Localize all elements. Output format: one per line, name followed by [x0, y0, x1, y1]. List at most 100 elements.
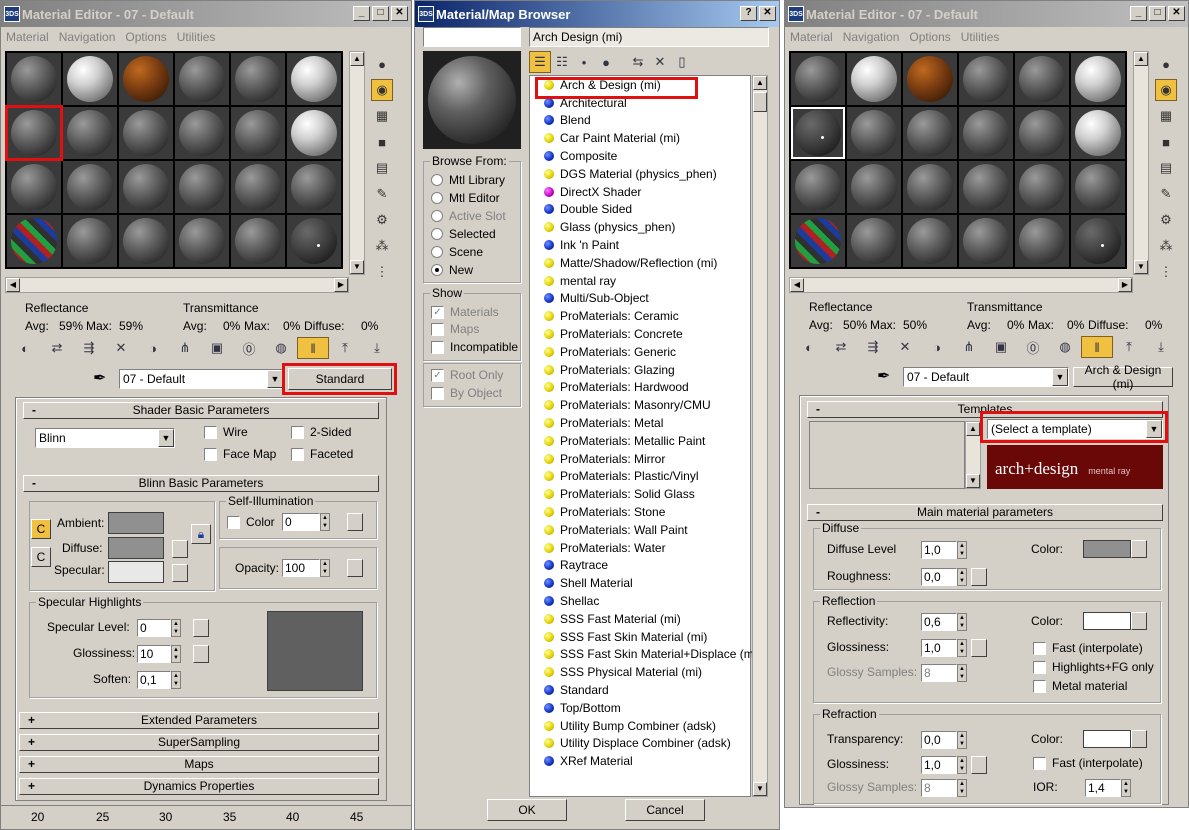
make-unique-icon[interactable]: ⋔: [169, 337, 201, 359]
fast-interpolate-checkbox[interactable]: Fast (interpolate): [1033, 641, 1143, 655]
roughness-spinner[interactable]: 0,0 ▲ ▼: [921, 568, 967, 586]
material-list-item[interactable]: ProMaterials: Solid Glass: [530, 485, 750, 503]
background-icon[interactable]: ▦: [1155, 105, 1177, 127]
timeline-ruler[interactable]: 20 25 30 35 40 45: [1, 805, 411, 829]
update-scene-icon[interactable]: ⇆: [627, 51, 649, 73]
maximize-button[interactable]: □: [1149, 6, 1166, 21]
lock-icon[interactable]: 🔒︎: [191, 524, 211, 544]
sample-uv-icon[interactable]: ■: [1155, 131, 1177, 153]
sample-slot[interactable]: [63, 107, 117, 159]
options-icon[interactable]: ⚙: [371, 209, 393, 231]
sample-slot[interactable]: [1071, 161, 1125, 213]
reflection-color-map-button[interactable]: [1131, 612, 1147, 630]
close-button[interactable]: ✕: [1168, 6, 1185, 21]
sample-slot[interactable]: [231, 215, 285, 267]
soften-spinner[interactable]: 0,1 ▲ ▼: [137, 671, 181, 689]
sample-slot[interactable]: [959, 215, 1013, 267]
diffuse-color-swatch[interactable]: [108, 537, 164, 559]
opacity-value[interactable]: 100: [282, 559, 320, 577]
material-navigator-icon[interactable]: ⋮: [371, 261, 393, 283]
go-to-parent-icon[interactable]: ⤒: [329, 337, 361, 359]
reset-icon[interactable]: ✕: [105, 337, 137, 359]
material-list-item[interactable]: Matte/Shadow/Reflection (mi): [530, 254, 750, 272]
diffuse-color-map-button[interactable]: [1131, 540, 1147, 558]
show-materials-checkbox[interactable]: ✓ Materials: [431, 305, 499, 319]
metal-material-checkbox[interactable]: Metal material: [1033, 679, 1127, 693]
self-illum-spinner[interactable]: 0 ▲ ▼: [282, 513, 330, 531]
put-to-scene-icon[interactable]: ⇄: [825, 336, 857, 358]
rollout-maps[interactable]: + Maps: [19, 756, 379, 773]
maximize-button[interactable]: □: [372, 6, 389, 21]
make-copy-icon[interactable]: ◑: [921, 336, 953, 358]
radio-selected[interactable]: Selected: [431, 227, 496, 241]
material-list-item[interactable]: Top/Bottom: [530, 699, 750, 717]
radio-new[interactable]: New: [431, 263, 473, 277]
rollout-main-material-parameters[interactable]: - Main material parameters: [807, 504, 1163, 521]
go-forward-sibling-icon[interactable]: ⤓: [1145, 336, 1177, 358]
material-list-item[interactable]: Ink 'n Paint: [530, 236, 750, 254]
refraction-color-swatch[interactable]: [1083, 730, 1131, 748]
material-effects-channel-icon[interactable]: ⓪: [233, 337, 265, 359]
material-list-item[interactable]: ProMaterials: Wall Paint: [530, 521, 750, 539]
material-list-item[interactable]: Utility Bump Combiner (adsk): [530, 717, 750, 735]
radio-mtl-editor[interactable]: Mtl Editor: [431, 191, 500, 205]
slots-scrollbar-h[interactable]: ◀ ▶: [789, 277, 1133, 293]
show-map-in-viewport-icon[interactable]: ◍: [265, 337, 297, 359]
sample-slot[interactable]: [119, 107, 173, 159]
show-incompatible-checkbox[interactable]: Incompatible: [431, 340, 518, 354]
reset-icon[interactable]: ✕: [889, 336, 921, 358]
roughness-map-button[interactable]: [971, 568, 987, 586]
material-list-item[interactable]: SSS Fast Skin Material (mi): [530, 628, 750, 646]
sample-slot[interactable]: [1071, 107, 1125, 159]
highlights-fg-checkbox[interactable]: Highlights+FG only: [1033, 660, 1154, 674]
chevron-down-icon[interactable]: ▼: [1052, 368, 1068, 386]
sample-slot[interactable]: [791, 53, 845, 105]
show-maps-checkbox[interactable]: Maps: [431, 322, 479, 336]
menu-navigation[interactable]: Navigation: [838, 30, 905, 44]
material-list-item[interactable]: Multi/Sub-Object: [530, 290, 750, 308]
sample-slot[interactable]: [231, 161, 285, 213]
options-icon[interactable]: ⚙: [1155, 209, 1177, 231]
glossiness-value[interactable]: 10: [137, 645, 171, 663]
sample-slot[interactable]: [847, 107, 901, 159]
sample-slot[interactable]: [7, 161, 61, 213]
material-list-item[interactable]: Shell Material: [530, 574, 750, 592]
rollout-shader-basic[interactable]: - Shader Basic Parameters: [23, 402, 379, 419]
refraction-color-map-button[interactable]: [1131, 730, 1147, 748]
reflectivity-spinner[interactable]: 0,6 ▲ ▼: [921, 613, 967, 631]
title-bar[interactable]: 3DS Material/Map Browser ? ✕: [415, 1, 779, 27]
sample-slot[interactable]: [903, 53, 957, 105]
menu-options[interactable]: Options: [120, 30, 171, 44]
rollout-extended-parameters[interactable]: + Extended Parameters: [19, 712, 379, 729]
video-color-check-icon[interactable]: ▤: [371, 157, 393, 179]
cancel-button[interactable]: Cancel: [625, 799, 705, 821]
two-sided-checkbox[interactable]: 2-Sided: [291, 425, 351, 439]
face-map-checkbox[interactable]: Face Map: [204, 447, 276, 461]
sample-slot[interactable]: [847, 161, 901, 213]
sample-slot-selected[interactable]: [5, 105, 63, 161]
sample-slot[interactable]: [1015, 161, 1069, 213]
material-list-item[interactable]: ProMaterials: Plastic/Vinyl: [530, 468, 750, 486]
get-material-icon[interactable]: ◐: [793, 336, 825, 358]
make-copy-icon[interactable]: ◑: [137, 337, 169, 359]
sample-slot[interactable]: [903, 107, 957, 159]
reflection-glossiness-map-button[interactable]: [971, 639, 987, 657]
view-list-icons-icon[interactable]: ☷: [551, 51, 573, 73]
sample-slot[interactable]: [1071, 215, 1125, 267]
material-list-item[interactable]: DGS Material (physics_phen): [530, 165, 750, 183]
sample-uv-icon[interactable]: ■: [371, 131, 393, 153]
menu-options[interactable]: Options: [904, 30, 955, 44]
title-bar[interactable]: 3DS Material Editor - 07 - Default _ □ ✕: [1, 1, 411, 27]
material-list-item[interactable]: ProMaterials: Concrete: [530, 325, 750, 343]
sample-slot[interactable]: [63, 215, 117, 267]
sample-slot[interactable]: [119, 215, 173, 267]
sample-slot[interactable]: [119, 161, 173, 213]
specular-map-button[interactable]: [172, 564, 188, 582]
lock-ambient-diffuse-icon[interactable]: C: [31, 519, 51, 539]
reflection-glossiness-spinner[interactable]: 1,0 ▲ ▼: [921, 639, 967, 657]
specular-color-swatch[interactable]: [108, 561, 164, 583]
lock-diffuse-specular-icon[interactable]: C: [31, 547, 51, 567]
backlight-icon[interactable]: ◉: [1155, 79, 1177, 101]
search-field[interactable]: [423, 27, 521, 47]
sample-slot[interactable]: [791, 161, 845, 213]
